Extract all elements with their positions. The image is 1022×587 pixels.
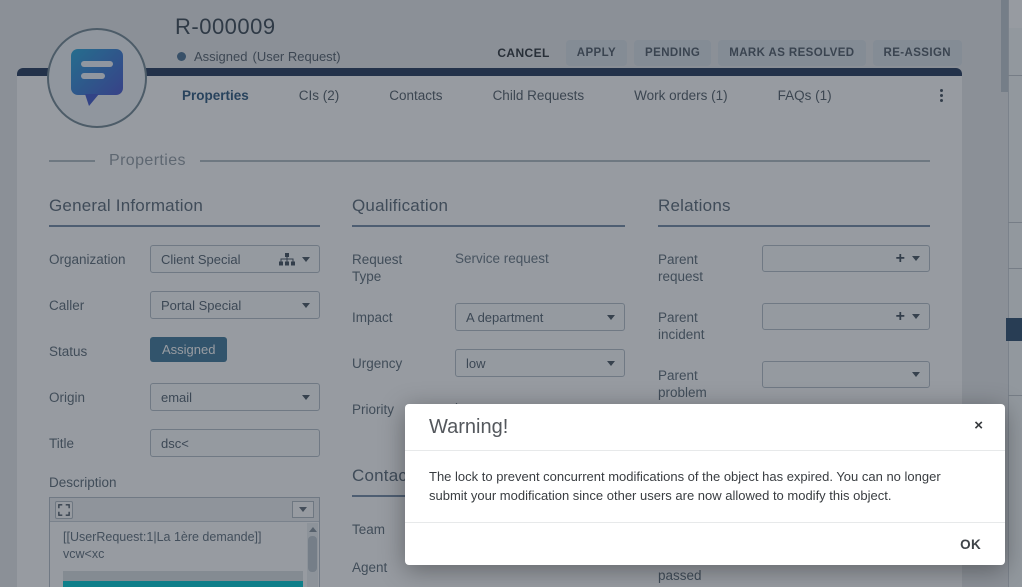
dialog-message: The lock to prevent concurrent modificat… [429,468,981,506]
ok-button[interactable]: OK [960,537,981,552]
dialog-body: The lock to prevent concurrent modificat… [405,451,1005,522]
dialog-footer: OK [405,522,1005,554]
dialog-title: Warning! [429,416,508,438]
close-icon[interactable]: × [974,417,983,434]
dialog-header: Warning! × [405,404,1005,451]
screen: R-000009 Assigned (User Request) CANCEL … [0,0,1022,587]
warning-dialog: Warning! × The lock to prevent concurren… [405,404,1005,565]
